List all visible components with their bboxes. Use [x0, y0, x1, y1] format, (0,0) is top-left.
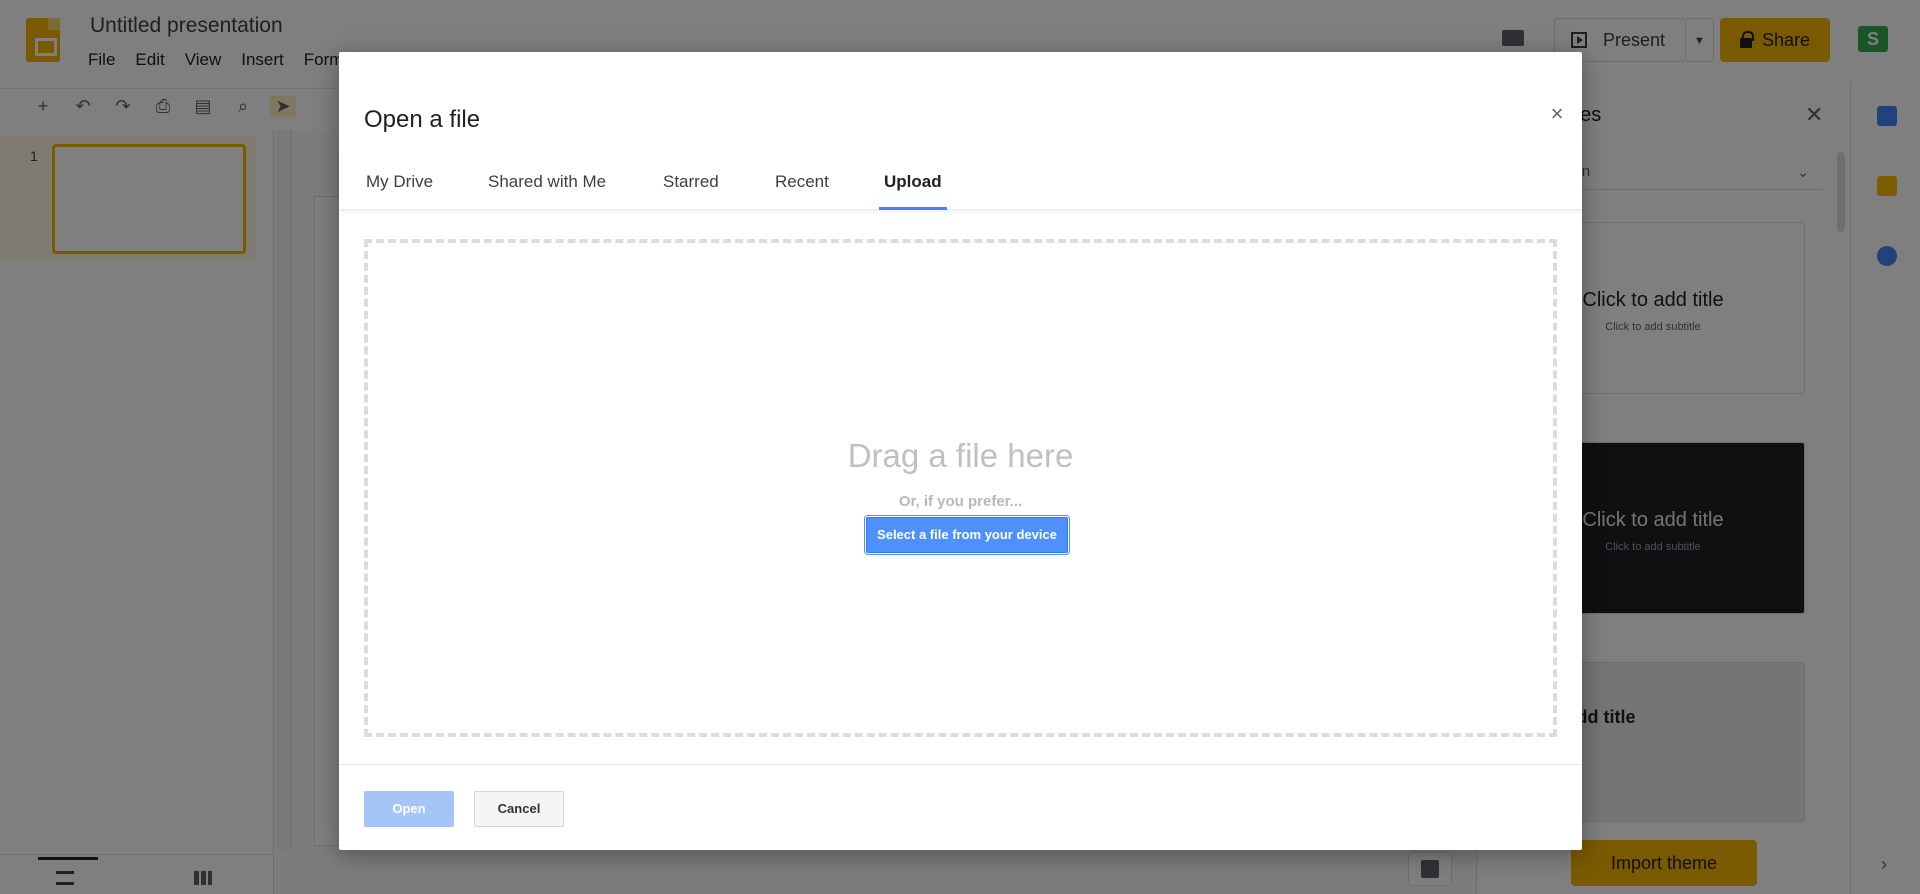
dialog-footer: Open Cancel [339, 764, 1582, 850]
open-button[interactable]: Open [364, 791, 454, 827]
upload-dropzone[interactable]: Drag a file here Or, if you prefer... Se… [364, 239, 1557, 737]
select-file-button[interactable]: Select a file from your device [864, 515, 1070, 555]
tab-shared-with-me[interactable]: Shared with Me [485, 148, 609, 210]
dialog-tabs: My Drive Shared with Me Starred Recent U… [339, 148, 1582, 210]
tab-my-drive[interactable]: My Drive [363, 148, 436, 210]
tab-recent[interactable]: Recent [772, 148, 832, 210]
tab-upload[interactable]: Upload [879, 148, 947, 210]
open-file-dialog: Open a file × My Drive Shared with Me St… [339, 52, 1582, 850]
close-icon[interactable]: × [1547, 102, 1567, 126]
cancel-button[interactable]: Cancel [474, 791, 564, 827]
or-prefer-text: Or, if you prefer... [898, 493, 1023, 510]
dialog-title: Open a file [364, 106, 481, 133]
drag-file-text: Drag a file here [847, 437, 1074, 474]
tab-starred[interactable]: Starred [660, 148, 722, 210]
